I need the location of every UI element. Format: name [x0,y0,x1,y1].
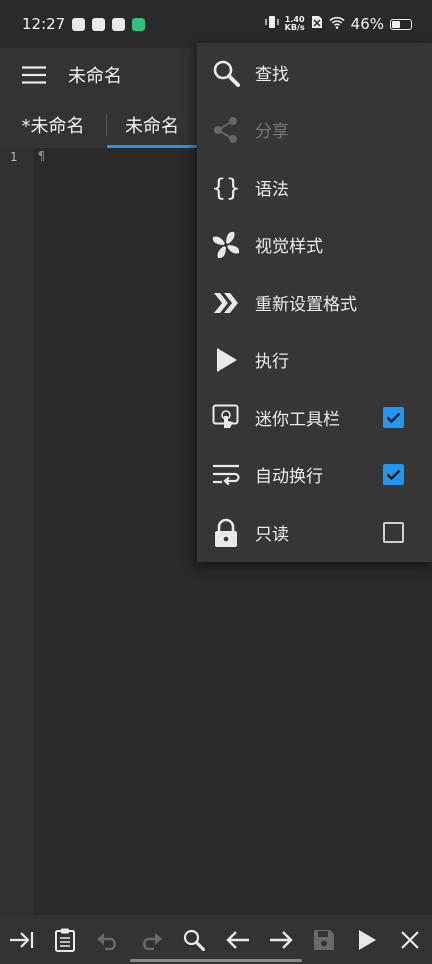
lock-icon [211,518,241,548]
braces-icon: {} [211,173,241,203]
menu-item-find[interactable]: 查找 [197,44,432,101]
bottom-toolbar [0,915,432,964]
svg-text:{}: {} [212,174,240,202]
menu-item-read-only[interactable]: 只读 [197,504,432,561]
share-icon [211,115,241,145]
arrow-left-icon [225,930,249,949]
clipboard-icon [54,928,75,952]
menu-item-label: 查找 [255,65,289,85]
net-speed-unit: KB/s [284,23,305,32]
menu-item-label: 重新设置格式 [255,295,357,315]
clock: 12:27 [22,15,66,33]
word-wrap-checkbox[interactable] [383,464,404,485]
previous-button[interactable] [216,915,259,964]
battery-icon [390,18,412,30]
chat-notification-icon [132,17,146,31]
paste-button[interactable] [43,915,86,964]
menu-item-label: 执行 [255,352,289,372]
read-only-checkbox[interactable] [383,522,404,543]
menu-item-label: 迷你工具栏 [255,410,340,430]
save-icon [313,929,334,950]
undo-button[interactable] [86,915,129,964]
wifi-icon [329,15,345,33]
mail-notification-icon [72,17,86,31]
vibrate-icon [265,15,279,33]
hamburger-menu-icon [22,66,46,84]
net-speed: 1.40 KB/s [285,16,305,32]
search-icon [184,929,206,951]
status-left: 12:27 [22,15,146,33]
menu-item-word-wrap[interactable]: 自动换行 [197,446,432,503]
touch-screen-icon [211,403,241,433]
redo-button[interactable] [130,915,173,964]
tab-untitled[interactable]: 未命名 [107,102,197,148]
search-button[interactable] [173,915,216,964]
menu-item-syntax[interactable]: {} 语法 [197,159,432,216]
battery-percent: 46% [350,15,384,33]
status-bar: 12:27 1.40 KB/s 46% [0,0,432,48]
no-sim-icon [311,15,323,33]
save-button[interactable] [302,915,345,964]
menu-item-label: 语法 [255,180,289,200]
tab-indent-icon [9,931,33,948]
status-right: 1.40 KB/s 46% [265,15,412,33]
next-button[interactable] [259,915,302,964]
home-indicator[interactable] [130,959,302,962]
menu-item-mini-toolbar[interactable]: 迷你工具栏 [197,389,432,446]
menu-item-label: 只读 [255,525,289,545]
menu-item-share[interactable]: 分享 [197,101,432,158]
menu-item-reformat[interactable]: 重新设置格式 [197,274,432,331]
word-wrap-icon [211,460,241,490]
run-button[interactable] [346,915,389,964]
tiktok-notification-icon [92,17,106,31]
tab-label: *未命名 [21,116,85,137]
pinwheel-icon [211,230,241,260]
close-icon [401,930,420,949]
indent-button[interactable] [0,915,43,964]
menu-item-visual-style[interactable]: 视觉样式 [197,216,432,273]
menu-item-execute[interactable]: 执行 [197,331,432,388]
run-icon [359,929,377,950]
menu-item-label: 视觉样式 [255,237,323,257]
line-number-gutter: 1 [0,148,34,915]
mini-toolbar-checkbox[interactable] [383,407,404,428]
search-icon [211,58,241,88]
hamburger-menu-button[interactable] [0,48,68,102]
app-notification-icon [112,17,126,31]
close-button[interactable] [389,915,432,964]
tab-unsaved-untitled[interactable]: *未命名 [0,102,106,148]
line-number: 1 [10,150,18,164]
redo-icon [143,932,163,950]
undo-icon [96,932,116,950]
menu-item-label: 自动换行 [255,467,323,487]
paragraph-marker: ¶ [38,149,46,163]
app-title: 未命名 [68,66,122,87]
menu-item-label: 分享 [255,122,289,142]
play-icon [211,345,241,375]
double-chevron-icon [211,288,241,318]
overflow-menu: 查找 分享 {} 语法 视觉样式 重新设置格式 执行 迷你工具栏 自动换行 只读 [197,43,432,562]
tab-label: 未命名 [125,116,179,137]
arrow-right-icon [269,930,293,949]
